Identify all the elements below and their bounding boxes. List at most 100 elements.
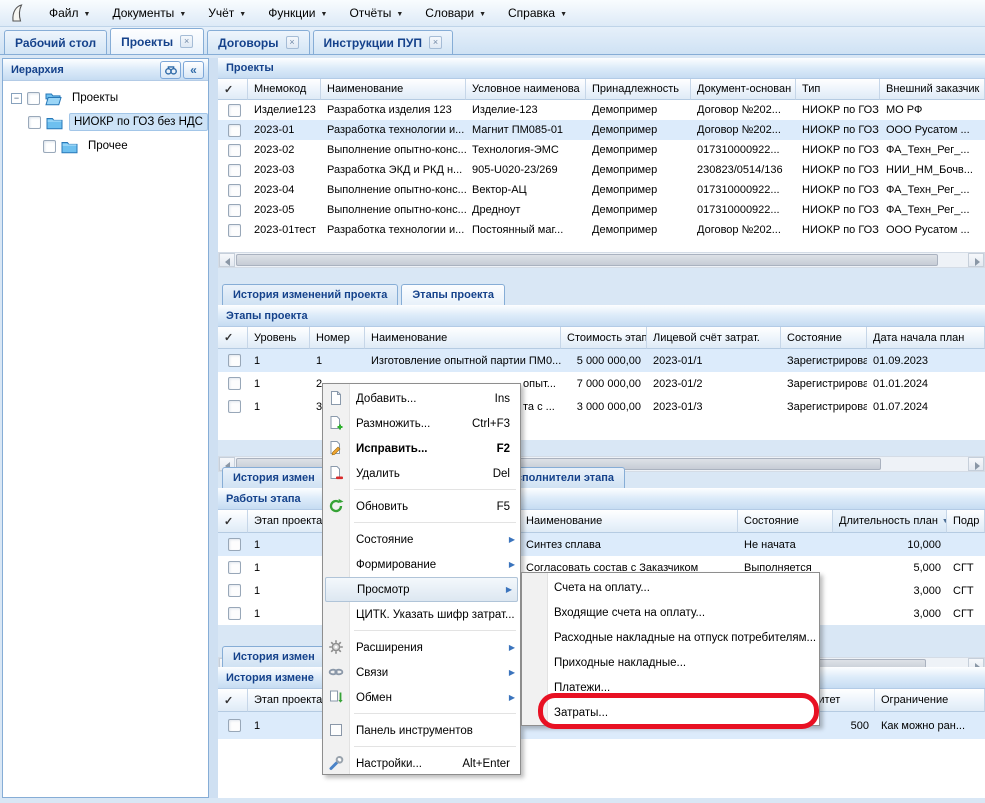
column-header[interactable]: Принадлежность (586, 79, 691, 100)
menubar-item[interactable]: Учёт▼ (208, 6, 246, 20)
splitter[interactable] (209, 58, 218, 798)
column-header[interactable]: Уровень (248, 327, 310, 349)
submenu-item[interactable]: Затраты... (522, 700, 819, 725)
row-checkbox[interactable] (228, 144, 241, 157)
column-header[interactable]: Наименование (520, 510, 738, 533)
menubar-item[interactable]: Документы▼ (112, 6, 186, 20)
menubar-item[interactable]: Словари▼ (425, 6, 486, 20)
row-checkbox[interactable] (228, 400, 241, 413)
context-menu-item[interactable]: Исправить...F2 (323, 436, 520, 461)
row-checkbox[interactable] (228, 204, 241, 217)
column-header[interactable]: ✓ (218, 79, 248, 100)
tree-item[interactable]: Прочее (3, 134, 208, 158)
column-header[interactable]: Этап проекта (248, 689, 330, 712)
collapse-panel-button[interactable]: « (183, 61, 204, 79)
close-icon[interactable]: × (286, 36, 299, 49)
submenu-item[interactable]: Платежи... (522, 675, 819, 700)
row-checkbox[interactable] (228, 164, 241, 177)
context-menu-item[interactable]: Настройки...Alt+Enter (323, 751, 520, 776)
column-header[interactable]: Лицевой счёт затрат. (647, 327, 781, 349)
expander-icon[interactable]: − (11, 93, 22, 104)
row-checkbox[interactable] (228, 124, 241, 137)
context-menu-item[interactable]: Размножить...Ctrl+F3 (323, 411, 520, 436)
submenu-item[interactable]: Счета на оплату... (522, 575, 819, 600)
column-header[interactable]: Подр (947, 510, 985, 533)
table-row[interactable]: 2023-03Разработка ЭКД и РКД н...905-U020… (218, 160, 985, 180)
submenu-item[interactable]: Входящие счета на оплату... (522, 600, 819, 625)
column-header[interactable]: Тип (796, 79, 880, 100)
context-menu-item[interactable]: УдалитьDel (323, 461, 520, 486)
column-header[interactable]: Условное наименова (466, 79, 586, 100)
column-header[interactable]: Внешний заказчик (880, 79, 985, 100)
table-row[interactable]: Изделие123Разработка изделия 123Изделие-… (218, 100, 985, 120)
column-header[interactable]: ✓ (218, 510, 248, 533)
row-checkbox[interactable] (228, 719, 241, 732)
row-checkbox[interactable] (228, 607, 241, 620)
context-menu-item[interactable]: Связи▶ (323, 660, 520, 685)
column-header[interactable]: Ограничение (875, 689, 985, 712)
hierarchy-tree: −ПроектыНИОКР по ГОЗ без НДСПрочее (3, 81, 208, 158)
row-checkbox[interactable] (228, 538, 241, 551)
column-header[interactable]: Этап проекта (248, 510, 330, 533)
submenu-item[interactable]: Расходные накладные на отпуск потребител… (522, 625, 819, 650)
table-row[interactable]: 2023-02Выполнение опытно-конс...Технолог… (218, 140, 985, 160)
table-row[interactable]: 2023-01Разработка технологии и...Магнит … (218, 120, 985, 140)
column-header[interactable]: Стоимость этапа (561, 327, 647, 349)
column-header[interactable]: Наименование (365, 327, 561, 349)
row-checkbox[interactable] (228, 561, 241, 574)
tree-item[interactable]: −Проекты (3, 86, 208, 110)
main-tab[interactable]: Проекты× (110, 28, 204, 54)
checkbox[interactable] (43, 140, 56, 153)
context-menu-item[interactable]: ОбновитьF5 (323, 494, 520, 519)
scroll-thumb[interactable] (236, 254, 938, 266)
row-checkbox[interactable] (228, 104, 241, 117)
column-header[interactable]: Длительность план▼ (833, 510, 947, 533)
find-button[interactable] (160, 61, 181, 79)
column-header[interactable]: Номер (310, 327, 365, 349)
row-checkbox[interactable] (228, 184, 241, 197)
checkbox[interactable] (27, 92, 40, 105)
submenu-item[interactable]: Приходные накладные... (522, 650, 819, 675)
checkbox[interactable] (28, 116, 41, 129)
menubar-item[interactable]: Файл▼ (49, 6, 90, 20)
context-menu-item[interactable]: Расширения▶ (323, 635, 520, 660)
menubar-item[interactable]: Функции▼ (268, 6, 327, 20)
main-tab[interactable]: Инструкции ПУП× (313, 30, 453, 54)
table-row[interactable]: 2023-05Выполнение опытно-конс...Дредноут… (218, 200, 985, 220)
tree-item[interactable]: НИОКР по ГОЗ без НДС (3, 110, 208, 134)
menubar-item[interactable]: Справка▼ (508, 6, 567, 20)
column-header[interactable]: Дата начала план (867, 327, 985, 349)
column-header[interactable]: Документ-основан (691, 79, 796, 100)
context-menu-item[interactable]: Добавить...Ins (323, 386, 520, 411)
close-icon[interactable]: × (180, 35, 193, 48)
row-checkbox[interactable] (228, 584, 241, 597)
context-menu-item[interactable]: Обмен▶ (323, 685, 520, 710)
table-row[interactable]: 11Изготовление опытной партии ПМ0...5 00… (218, 349, 985, 372)
column-header[interactable]: ✓ (218, 327, 248, 349)
row-checkbox[interactable] (228, 224, 241, 237)
table-row[interactable]: 2023-04Выполнение опытно-конс...Вектор-А… (218, 180, 985, 200)
close-icon[interactable]: × (429, 36, 442, 49)
column-header[interactable]: Мнемокод (248, 79, 321, 100)
column-header[interactable]: Состояние (781, 327, 867, 349)
row-checkbox[interactable] (228, 354, 241, 367)
context-menu-item[interactable]: Состояние▶ (323, 527, 520, 552)
column-header[interactable]: Наименование (321, 79, 466, 100)
context-menu-item[interactable]: ЦИТК. Указать шифр затрат... (323, 602, 520, 627)
menubar-item[interactable]: Отчёты▼ (349, 6, 403, 20)
context-menu-item[interactable]: Просмотр▶ (325, 577, 518, 602)
context-menu-item[interactable]: Панель инструментов (323, 718, 520, 743)
context-menu-item[interactable]: Формирование▶ (323, 552, 520, 577)
scroll-right-arrow-icon[interactable] (968, 253, 984, 267)
main-tab[interactable]: Договоры× (207, 30, 309, 54)
table-row[interactable]: 2023-01тестРазработка технологии и...Пос… (218, 220, 985, 240)
section-tab[interactable]: История изменений проекта (222, 284, 398, 305)
caret-down-icon: ▼ (179, 11, 186, 18)
column-header[interactable]: Состояние (738, 510, 833, 533)
column-header[interactable]: ✓ (218, 689, 248, 712)
row-checkbox[interactable] (228, 377, 241, 390)
section-tab[interactable]: Этапы проекта (401, 284, 505, 305)
main-tab[interactable]: Рабочий стол (4, 30, 107, 54)
scroll-left-arrow-icon[interactable] (219, 253, 235, 267)
projects-h-scrollbar[interactable] (218, 252, 985, 268)
